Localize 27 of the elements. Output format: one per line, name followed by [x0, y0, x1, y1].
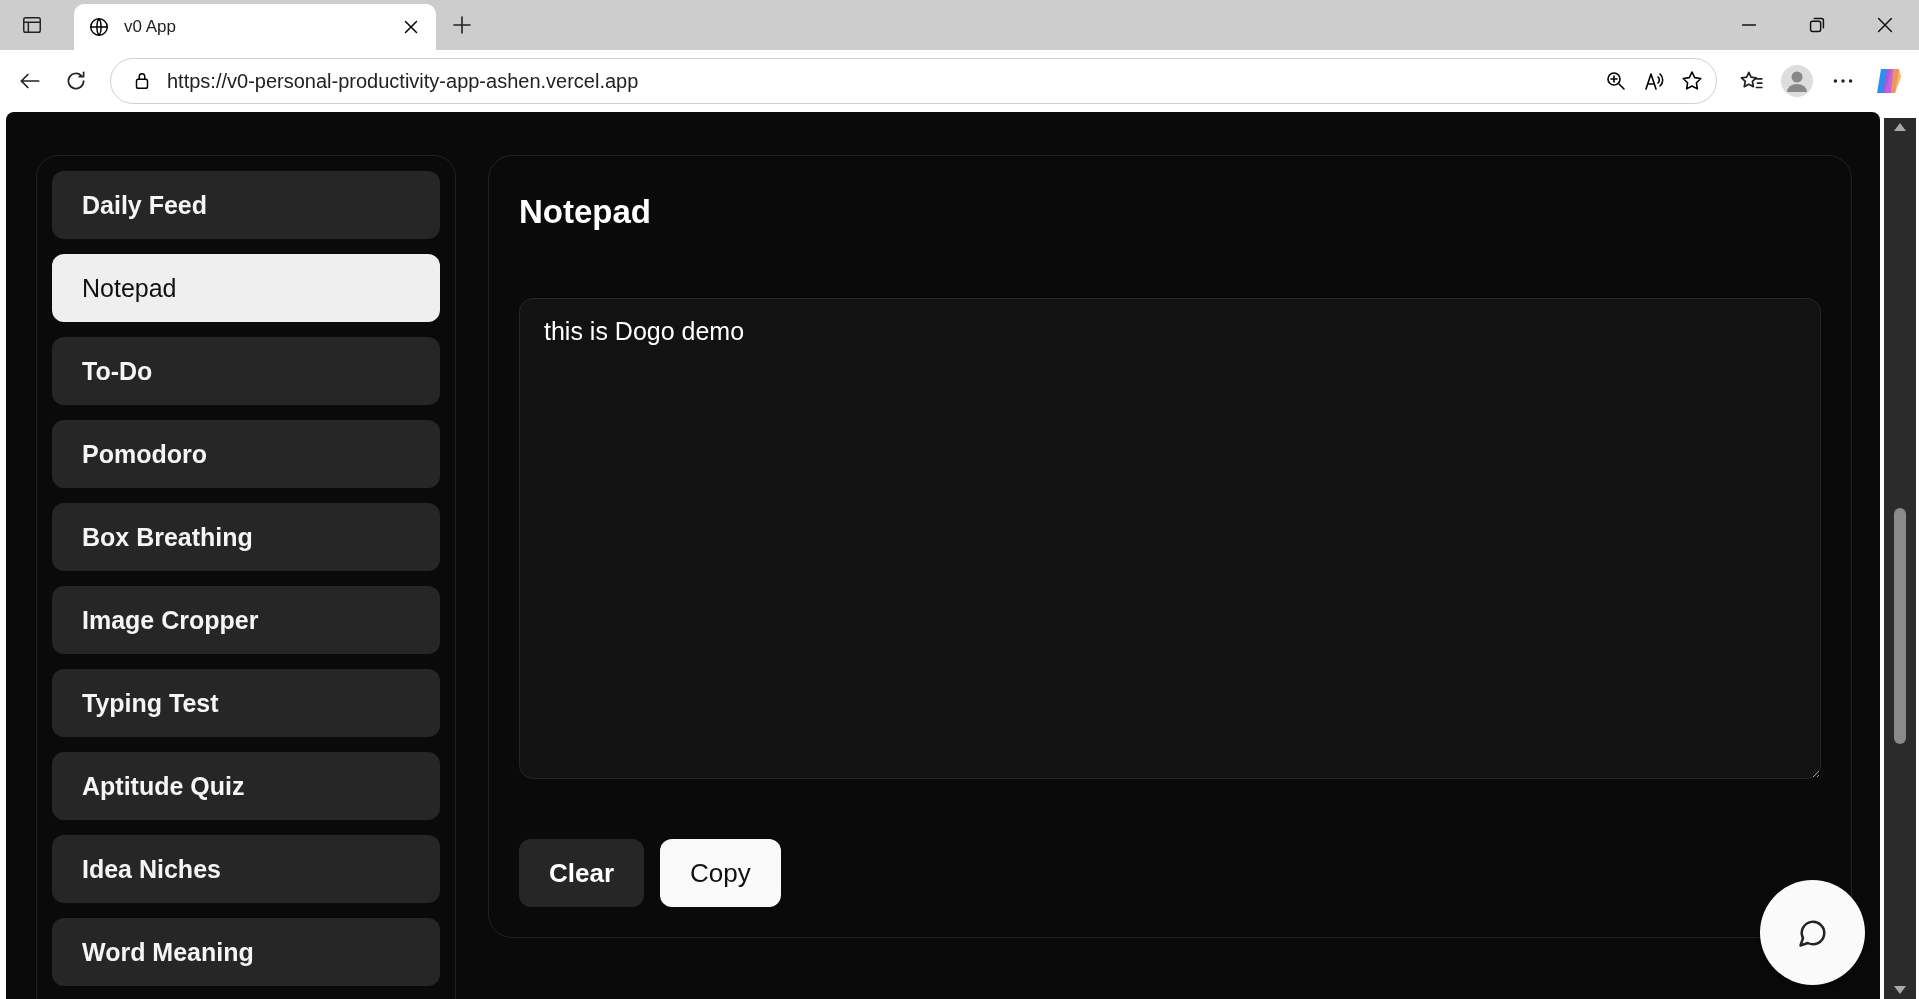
tab-title: v0 App [124, 17, 177, 37]
clear-button[interactable]: Clear [519, 839, 645, 907]
plus-icon[interactable] [450, 13, 474, 37]
sidebar-item[interactable]: Daily Feed [52, 171, 440, 239]
globe-icon [88, 16, 110, 38]
profile-avatar-icon[interactable] [1781, 65, 1813, 97]
scroll-down-icon[interactable] [1892, 985, 1907, 995]
sidebar-item[interactable]: Image Cropper [52, 586, 440, 654]
zoom-in-icon[interactable] [1604, 69, 1628, 93]
sidebar-item[interactable]: Idea Niches [52, 835, 440, 903]
scroll-up-icon[interactable] [1892, 122, 1907, 132]
chat-bubble-icon [1797, 917, 1828, 948]
sidebar-item[interactable]: Word Meaning [52, 918, 440, 986]
sidebar-item[interactable]: Box Breathing [52, 503, 440, 571]
browser-tab[interactable]: v0 App [74, 4, 436, 50]
sidebar-item[interactable]: To-Do [52, 337, 440, 405]
copy-button[interactable]: Copy [660, 839, 781, 907]
sidebar-item[interactable]: Pomodoro [52, 420, 440, 488]
sidebar-item[interactable]: Aptitude Quiz [52, 752, 440, 820]
sidebar-item[interactable]: Typing Test [52, 669, 440, 737]
sidebar-item[interactable]: Notepad [52, 254, 440, 322]
sidebar-panel-icon [21, 14, 43, 36]
notepad-textarea[interactable]: this is Dogo demo [519, 297, 1821, 779]
scrollbar[interactable] [1883, 118, 1916, 999]
star-icon[interactable] [1680, 69, 1704, 93]
notepad-title: Notepad [519, 192, 652, 232]
scrollbar-thumb[interactable] [1893, 508, 1906, 744]
